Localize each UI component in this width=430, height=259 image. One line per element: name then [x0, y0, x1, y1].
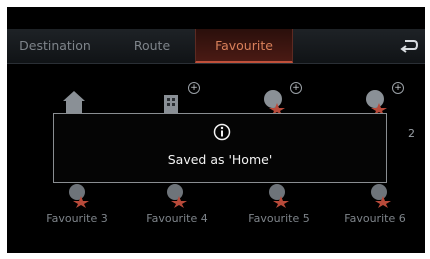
office-icon[interactable] — [162, 91, 184, 115]
favourite-pin-icon[interactable] — [369, 184, 393, 208]
add-favourite-icon[interactable]: + — [290, 82, 302, 94]
favourite-label-partial: 2 — [408, 127, 415, 140]
back-icon[interactable] — [399, 38, 419, 54]
favourite-3-label[interactable]: Favourite 3 — [27, 212, 127, 225]
favourite-pin-icon[interactable] — [165, 184, 189, 208]
saved-popup: Saved as 'Home' — [53, 113, 387, 183]
tab-favourite[interactable]: Favourite — [195, 29, 293, 63]
favourite-5-label[interactable]: Favourite 5 — [229, 212, 329, 225]
favourite-4-label[interactable]: Favourite 4 — [127, 212, 227, 225]
favourite-pin-icon[interactable] — [67, 184, 91, 208]
tab-route[interactable]: Route — [117, 29, 187, 63]
tab-bar: Destination Route Favourite — [7, 29, 425, 64]
tab-destination[interactable]: Destination — [7, 29, 103, 63]
add-favourite-icon[interactable]: + — [392, 82, 404, 94]
home-icon[interactable] — [61, 89, 87, 115]
favourite-6-label[interactable]: Favourite 6 — [325, 212, 425, 225]
favourite-pin-icon[interactable] — [365, 89, 389, 115]
popup-message: Saved as 'Home' — [167, 152, 273, 167]
favourite-pin-icon[interactable] — [263, 89, 287, 115]
favourite-pin-icon[interactable] — [267, 184, 291, 208]
info-icon — [213, 123, 231, 141]
nav-screen: Destination Route Favourite + + + 2 Favo… — [7, 7, 425, 253]
add-favourite-icon[interactable]: + — [188, 82, 200, 94]
